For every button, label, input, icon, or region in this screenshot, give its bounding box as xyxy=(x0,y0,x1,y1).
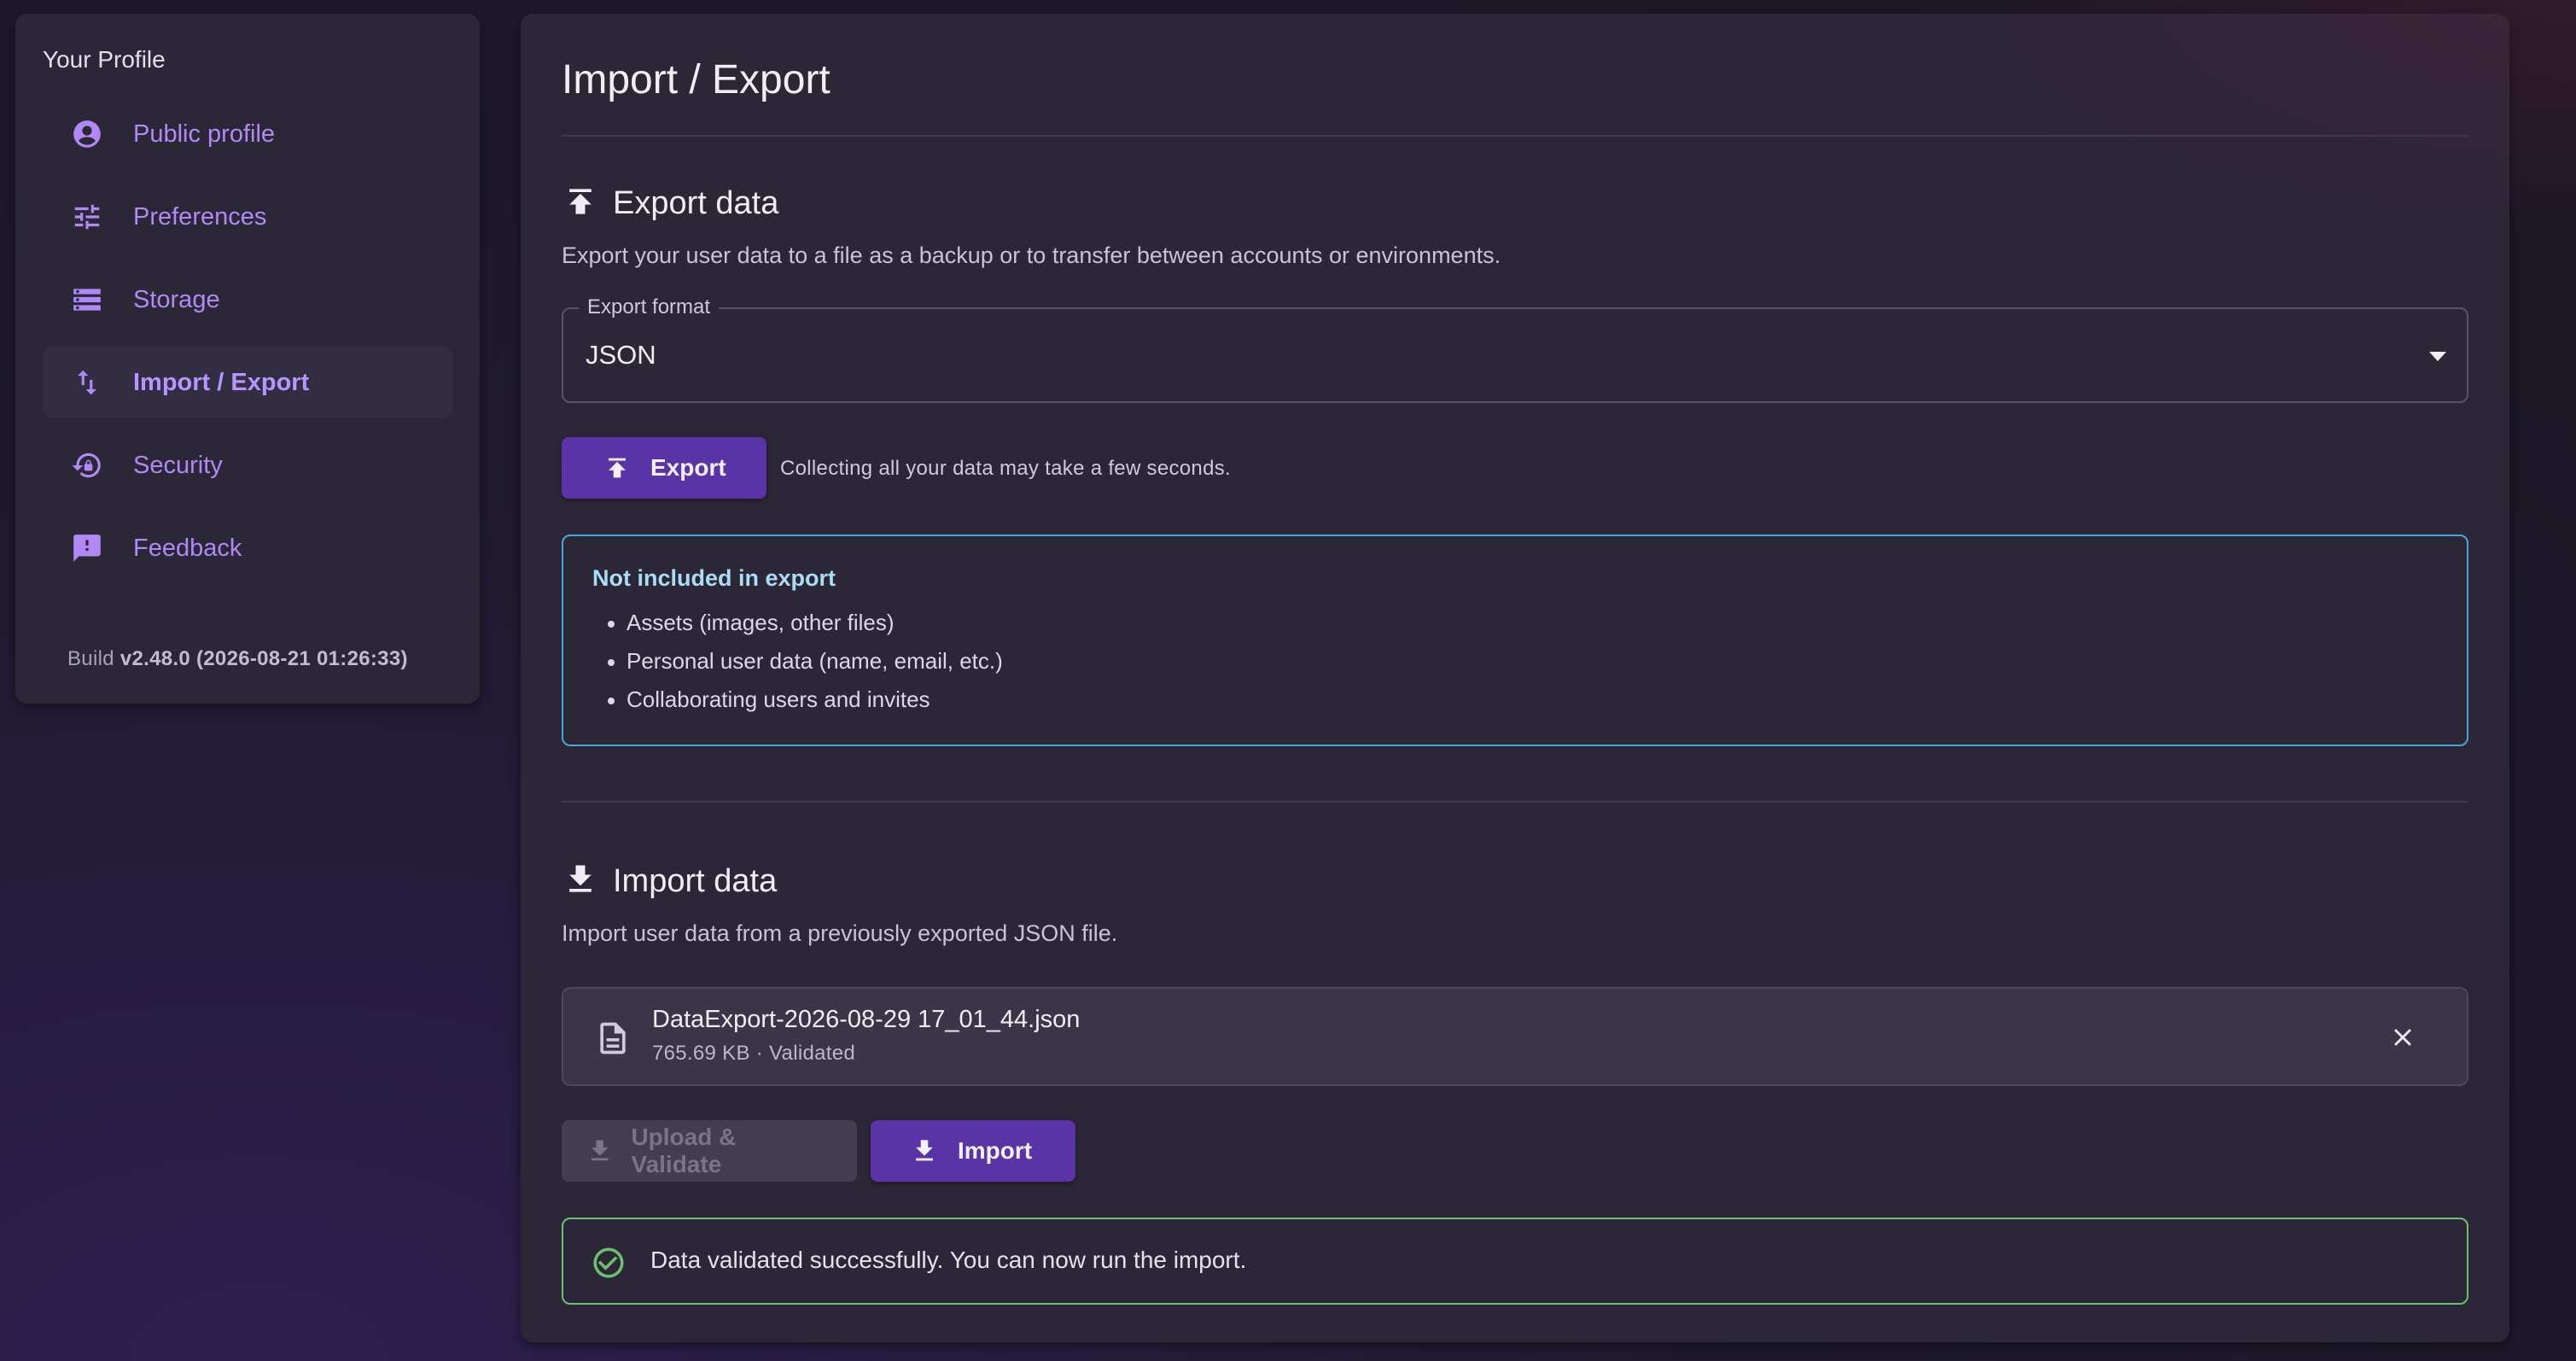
file-meta: 765.69 KB · Validated xyxy=(652,1042,856,1065)
upload-validate-button[interactable]: Upload & Validate xyxy=(562,1120,857,1182)
feedback-icon xyxy=(70,531,104,565)
sidebar-item-preferences[interactable]: Preferences xyxy=(43,181,452,253)
export-hint: Collecting all your data may take a few … xyxy=(780,457,1231,480)
success-message: Data validated successfully. You can now… xyxy=(650,1247,1247,1273)
sidebar-item-import-export[interactable]: Import / Export xyxy=(43,347,452,418)
storage-icon xyxy=(70,283,104,317)
lock-reset-icon xyxy=(70,448,104,482)
account-circle-icon xyxy=(70,117,104,151)
sidebar-item-public-profile[interactable]: Public profile xyxy=(43,98,452,170)
download-icon xyxy=(916,1140,933,1161)
export-button[interactable]: Export xyxy=(562,437,766,499)
page-title: Import / Export xyxy=(562,57,830,102)
import-section-header: Import data xyxy=(562,859,777,900)
upload-icon xyxy=(569,189,592,214)
document-icon xyxy=(594,1018,632,1059)
sidebar-item-feedback[interactable]: Feedback xyxy=(43,512,452,584)
export-format-label: Export format xyxy=(579,295,720,319)
not-included-list: Assets (images, other files) Personal us… xyxy=(592,604,2438,719)
export-section-header: Export data xyxy=(562,181,778,222)
build-version: v2.48.0 (2026-08-21 01:26:33) xyxy=(119,647,408,670)
upload-icon xyxy=(609,458,626,478)
profile-sidebar: Your Profile Public profile Preferences … xyxy=(15,14,480,704)
download-icon xyxy=(569,865,592,892)
list-item: Collaborating users and invites xyxy=(592,680,2438,719)
sidebar-item-label: Storage xyxy=(133,285,220,313)
list-item: Personal user data (name, email, etc.) xyxy=(592,642,2438,680)
sidebar-item-label: Preferences xyxy=(133,202,267,231)
export-button-label: Export xyxy=(650,454,726,481)
caret-down-icon xyxy=(2429,352,2446,361)
import-button-label: Import xyxy=(958,1137,1033,1164)
sidebar-item-security[interactable]: Security xyxy=(43,429,452,501)
selected-file-card: DataExport-2026-08-29 17_01_44.json 765.… xyxy=(562,987,2468,1086)
not-included-info: Not included in export Assets (images, o… xyxy=(562,534,2468,746)
export-description: Export your user data to a file as a bac… xyxy=(562,242,1501,268)
import-section-title: Import data xyxy=(613,863,778,899)
sidebar-title: Your Profile xyxy=(43,46,166,73)
sidebar-item-label: Security xyxy=(133,451,223,479)
sidebar-item-label: Feedback xyxy=(133,534,242,562)
import-button[interactable]: Import xyxy=(871,1120,1075,1182)
export-format-select[interactable]: Export format JSON xyxy=(562,295,2468,403)
sidebar-item-label: Public profile xyxy=(133,120,276,148)
sidebar-item-storage[interactable]: Storage xyxy=(43,264,452,336)
build-prefix: Build xyxy=(67,647,114,670)
close-icon xyxy=(2394,1029,2411,1046)
export-format-value: JSON xyxy=(586,340,656,370)
section-divider xyxy=(562,801,2468,803)
download-icon xyxy=(591,1140,609,1161)
file-name: DataExport-2026-08-29 17_01_44.json xyxy=(652,1006,1081,1033)
import-export-panel: Import / Export Export data Export your … xyxy=(521,14,2509,1342)
build-info: Build v2.48.0 (2026-08-21 01:26:33) xyxy=(67,647,408,671)
not-included-title: Not included in export xyxy=(592,565,836,591)
upload-validate-label: Upload & Validate xyxy=(631,1124,737,1177)
sidebar-item-label: Import / Export xyxy=(133,368,310,396)
title-divider xyxy=(562,135,2468,137)
check-circle-icon xyxy=(591,1245,627,1281)
export-section-title: Export data xyxy=(613,185,779,221)
validation-success-alert: Data validated successfully. You can now… xyxy=(562,1218,2468,1305)
import-description: Import user data from a previously expor… xyxy=(562,920,1118,946)
list-item: Assets (images, other files) xyxy=(592,604,2438,642)
remove-file-button[interactable] xyxy=(2388,1023,2417,1052)
import-export-icon xyxy=(70,365,104,400)
tune-icon xyxy=(70,200,104,234)
